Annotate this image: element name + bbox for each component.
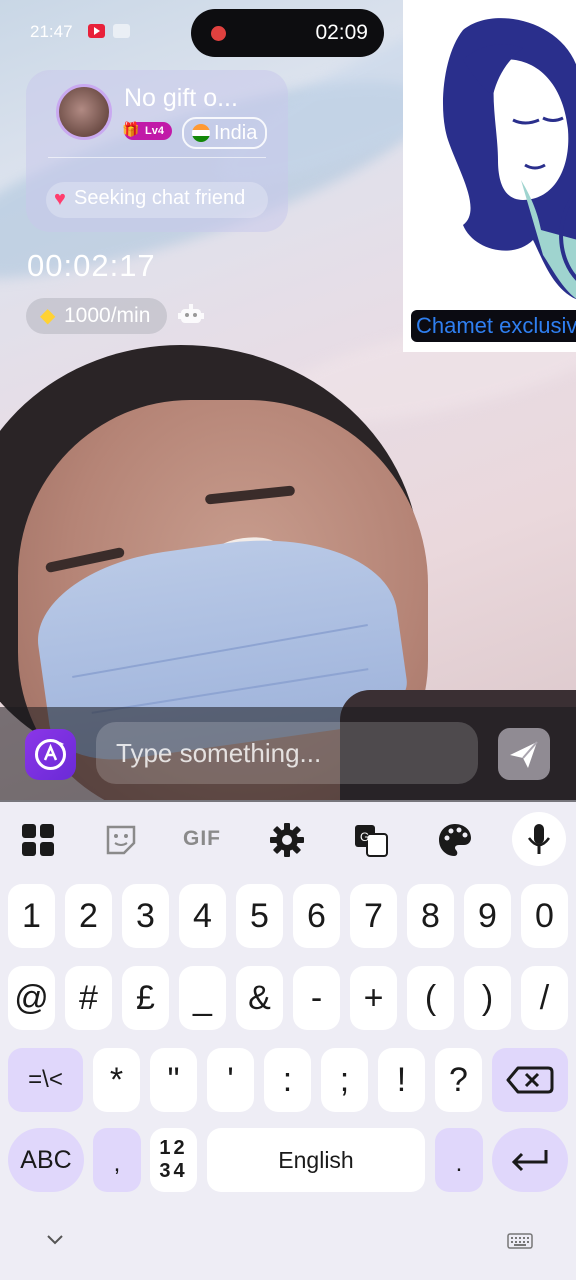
key-question[interactable]: ?	[435, 1048, 482, 1112]
enter-key[interactable]	[492, 1128, 568, 1192]
translate-a-icon	[35, 739, 66, 770]
tagline-chip: ♥ Seeking chat friend	[46, 182, 268, 218]
key-exclamation[interactable]: !	[378, 1048, 425, 1112]
youtube-icon	[88, 24, 105, 38]
settings-gear-icon[interactable]	[269, 822, 305, 858]
status-time: 21:47	[30, 22, 73, 41]
record-dot-icon	[211, 26, 226, 41]
key-abc[interactable]: ABC	[8, 1128, 84, 1192]
key-hash[interactable]: #	[65, 966, 112, 1030]
key-plus[interactable]: +	[350, 966, 397, 1030]
translate-icon[interactable]: G	[353, 822, 389, 858]
message-composer	[0, 707, 576, 802]
backspace-icon	[506, 1066, 554, 1094]
send-icon	[510, 741, 538, 768]
tagline-text: Seeking chat friend	[74, 187, 246, 209]
microphone-icon	[527, 824, 551, 854]
key-open-paren[interactable]: (	[407, 966, 454, 1030]
key-6[interactable]: 6	[293, 884, 340, 948]
key-colon[interactable]: :	[264, 1048, 311, 1112]
svg-text:G: G	[360, 830, 369, 844]
key-minus[interactable]: -	[293, 966, 340, 1030]
key-5[interactable]: 5	[236, 884, 283, 948]
screen-recording-indicator[interactable]: 02:09	[191, 9, 384, 57]
avatar[interactable]	[56, 84, 112, 140]
voice-input-button[interactable]	[512, 812, 566, 866]
key-more-symbols[interactable]: =\<	[8, 1048, 83, 1112]
soft-keyboard: GIF G 1 2 3 4 5 6 7 8 9 0 @ # £ _ & - + …	[0, 802, 576, 1280]
gif-button[interactable]: GIF	[183, 827, 221, 851]
key-comma[interactable]: ,	[93, 1128, 141, 1192]
call-rate-badge: ◆ 1000/min	[26, 298, 167, 334]
key-1[interactable]: 1	[8, 884, 55, 948]
promo-label: Chamet exclusive	[411, 310, 576, 342]
key-0[interactable]: 0	[521, 884, 568, 948]
keyboard-switch-icon[interactable]	[507, 1233, 533, 1249]
key-semicolon[interactable]: ;	[321, 1048, 368, 1112]
diamond-icon: ◆	[40, 305, 56, 327]
key-8[interactable]: 8	[407, 884, 454, 948]
robot-icon[interactable]	[178, 303, 204, 327]
key-double-quote[interactable]: "	[150, 1048, 197, 1112]
country-label: India	[214, 122, 258, 144]
country-badge: India	[182, 117, 268, 149]
key-close-paren[interactable]: )	[464, 966, 511, 1030]
recording-time: 02:09	[315, 21, 368, 44]
enter-arrow-icon	[511, 1150, 548, 1172]
key-9[interactable]: 9	[464, 884, 511, 948]
heart-icon: ♥	[54, 188, 66, 210]
theme-palette-icon[interactable]	[437, 822, 473, 858]
india-flag-icon	[192, 124, 210, 142]
rate-text: 1000/min	[64, 304, 151, 327]
caller-profile-card[interactable]: No gift o... 🎁 Lv4 India ♥ Seeking chat …	[26, 70, 288, 232]
key-pound[interactable]: £	[122, 966, 169, 1030]
level-badge: 🎁 Lv4	[122, 121, 172, 140]
key-4[interactable]: 4	[179, 884, 226, 948]
promo-thumbnail[interactable]: Chamet exclusive	[403, 0, 576, 352]
notification-icon	[113, 24, 130, 38]
apps-grid-icon[interactable]	[20, 822, 56, 858]
backspace-key[interactable]	[492, 1048, 568, 1112]
key-underscore[interactable]: _	[179, 966, 226, 1030]
key-3[interactable]: 3	[122, 884, 169, 948]
divider	[48, 157, 266, 158]
woman-illustration-icon	[443, 18, 576, 299]
chevron-down-icon[interactable]	[46, 1234, 64, 1246]
message-input[interactable]	[96, 722, 478, 784]
translate-button[interactable]	[25, 729, 76, 780]
sticker-icon[interactable]	[103, 822, 139, 858]
key-2[interactable]: 2	[65, 884, 112, 948]
key-single-quote[interactable]: '	[207, 1048, 254, 1112]
key-7[interactable]: 7	[350, 884, 397, 948]
key-ampersand[interactable]: &	[236, 966, 283, 1030]
key-period[interactable]: .	[435, 1128, 483, 1192]
key-at[interactable]: @	[8, 966, 55, 1030]
send-button[interactable]	[498, 728, 550, 780]
gift-icon: 🎁	[122, 121, 140, 137]
level-label: Lv4	[145, 125, 164, 137]
space-bar[interactable]: English	[207, 1128, 425, 1192]
key-asterisk[interactable]: *	[93, 1048, 140, 1112]
key-numpad[interactable]: 12 34	[150, 1128, 197, 1192]
key-slash[interactable]: /	[521, 966, 568, 1030]
call-timer: 00:02:17	[27, 248, 156, 283]
caller-name: No gift o...	[124, 84, 238, 112]
